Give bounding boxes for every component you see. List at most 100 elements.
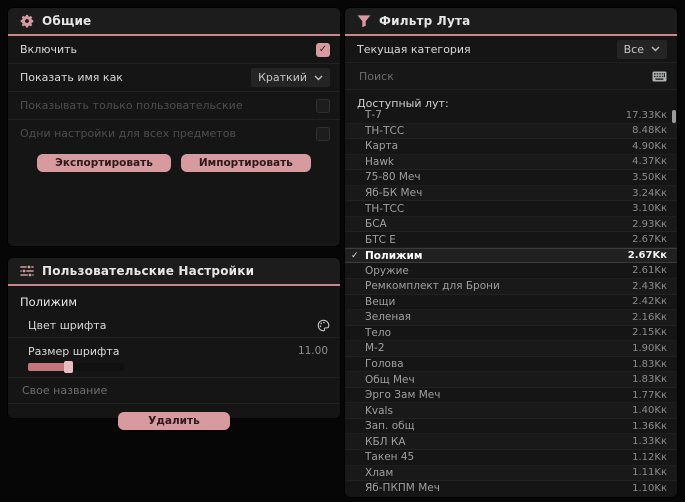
- loot-row[interactable]: Такен 45 1.12Kк: [345, 450, 677, 466]
- font-size-row: Размер шрифта 11.00: [8, 343, 340, 359]
- search-row: [345, 63, 677, 90]
- loot-row[interactable]: М-2 1.90Kк: [345, 341, 677, 357]
- loot-row[interactable]: Оружие 2.61Kк: [345, 263, 677, 280]
- loot-item-name: Оружие: [365, 264, 409, 277]
- chevron-down-icon: [651, 46, 660, 52]
- loot-item-name: ТН-ТСС: [365, 202, 405, 215]
- loot-item-value: 2.67Kк: [632, 234, 667, 246]
- loot-row[interactable]: Зеленая 2.16Kк: [345, 310, 677, 326]
- loot-item-value: 1.83Kк: [632, 358, 667, 370]
- delete-row: Удалить: [8, 412, 340, 430]
- loot-item-name: Вещи: [365, 295, 396, 308]
- loot-item-value: 3.10Kк: [632, 203, 667, 215]
- chevron-down-icon: [314, 75, 323, 81]
- palette-icon[interactable]: [317, 319, 330, 332]
- name-mode-dropdown[interactable]: Краткий: [251, 68, 330, 87]
- name-mode-label: Показать имя как: [20, 71, 123, 84]
- loot-item-name: Зеленая: [365, 311, 411, 324]
- font-size-block: Размер шрифта 11.00: [8, 338, 340, 378]
- scrollbar[interactable]: [672, 110, 676, 123]
- loot-item-name: Карта: [365, 140, 399, 153]
- loot-list: Т-7 17.33Kк ТН-ТСС 8.48Kк Карта 4.90Kк Hawk 4.3…: [345, 108, 677, 496]
- delete-button[interactable]: Удалить: [118, 412, 230, 430]
- loot-row[interactable]: Тело 2.15Kк: [345, 326, 677, 342]
- loot-row[interactable]: Ремкомплект для Брони 2.43Kк: [345, 279, 677, 295]
- general-panel-title: Общие: [42, 14, 92, 28]
- sliders-icon: [20, 264, 34, 278]
- loot-item-value: 2.15Kк: [632, 327, 667, 339]
- loot-panel-header: Фильтр Лута: [345, 8, 677, 36]
- custom-settings-panel: Пользовательские Настройки Полижим Цвет …: [8, 258, 340, 430]
- category-dropdown[interactable]: Все: [616, 39, 667, 59]
- loot-row[interactable]: Хлам 1.11Kк: [345, 466, 677, 482]
- loot-row[interactable]: Kvals 1.40Kк: [345, 403, 677, 419]
- custom-name-input[interactable]: [20, 383, 328, 398]
- font-size-label: Размер шрифта: [28, 344, 120, 358]
- loot-item-name: Общ Меч: [365, 373, 415, 386]
- loot-row[interactable]: Общ Меч 1.83Kк: [345, 372, 677, 388]
- loot-row[interactable]: ТН-ТСС 3.10Kк: [345, 201, 677, 217]
- loot-panel-title: Фильтр Лута: [379, 14, 471, 28]
- general-panel: Общие Включить ✓ Показать имя как Кратки…: [8, 8, 340, 246]
- custom-only-checkbox[interactable]: [316, 98, 330, 113]
- loot-row[interactable]: 75-80 Меч 3.50Kк: [345, 170, 677, 186]
- import-button[interactable]: Импортировать: [180, 154, 311, 172]
- loot-row[interactable]: ТН-ТСС 8.48Kк: [345, 124, 677, 140]
- setting-row-name-mode: Показать имя как Краткий: [8, 64, 340, 92]
- loot-item-value: 1.36Kк: [632, 420, 667, 432]
- search-input[interactable]: [357, 68, 646, 84]
- selected-item-name: Полижим: [20, 295, 78, 309]
- check-icon: ✓: [351, 250, 359, 261]
- font-color-label: Цвет шрифта: [28, 318, 107, 332]
- name-mode-value: Краткий: [258, 71, 307, 84]
- loot-row[interactable]: ✓ Полижим 2.67Kк: [345, 247, 677, 264]
- custom-panel-title: Пользовательские Настройки: [42, 264, 255, 278]
- custom-panel-header: Пользовательские Настройки: [8, 258, 340, 286]
- loot-item-name: Такен 45: [365, 451, 415, 464]
- loot-filter-panel: Фильтр Лута Текущая категория Все Поиск …: [345, 8, 677, 497]
- loot-row[interactable]: Эрго Зам Меч 1.77Kк: [345, 388, 677, 404]
- loot-row[interactable]: КБЛ КА 1.33Kк: [345, 434, 677, 451]
- loot-item-name: 75-80 Меч: [365, 171, 421, 184]
- loot-item-name: БТС Е: [365, 233, 396, 246]
- export-button[interactable]: Экспортировать: [37, 154, 171, 172]
- loot-row[interactable]: Вещи 2.42Kк: [345, 295, 677, 311]
- loot-row[interactable]: Голова 1.83Kк: [345, 357, 677, 373]
- loot-row[interactable]: БСА 2.93Kк: [345, 217, 677, 233]
- loot-row[interactable]: Т-7 17.33Kк: [345, 108, 677, 124]
- loot-row[interactable]: Hawk 4.37Kк: [345, 155, 677, 171]
- loot-row[interactable]: Карта 4.90Kк: [345, 139, 677, 155]
- loot-item-value: 1.83Kк: [632, 374, 667, 386]
- loot-item-value: 2.16Kк: [632, 311, 667, 323]
- enable-checkbox[interactable]: ✓: [316, 42, 330, 57]
- loot-item-value: 3.24Kк: [632, 187, 667, 199]
- loot-item-value: 1.33Kк: [632, 436, 667, 448]
- loot-item-name: БСА: [365, 218, 387, 231]
- font-color-row[interactable]: Цвет шрифта: [8, 313, 340, 338]
- loot-item-name: Эрго Зам Меч: [365, 389, 441, 402]
- loot-item-name: Т-7: [365, 109, 382, 122]
- loot-item-name: Ремкомплект для Брони: [365, 280, 500, 293]
- loot-item-value: 2.42Kк: [632, 296, 667, 308]
- loot-row[interactable]: Яб-БК Меч 3.24Kк: [345, 186, 677, 202]
- keyboard-icon[interactable]: [652, 71, 667, 82]
- export-import-row: Экспортировать Импортировать: [8, 154, 340, 172]
- same-settings-checkbox[interactable]: [316, 126, 330, 141]
- general-panel-header: Общие: [8, 8, 340, 36]
- loot-item-name: КБЛ КА: [365, 435, 406, 448]
- loot-item-value: 4.90Kк: [632, 140, 667, 152]
- slider-grabber[interactable]: [64, 361, 73, 373]
- loot-item-name: Голова: [365, 358, 404, 371]
- same-settings-label: Одни настройки для всех предметов: [20, 127, 236, 140]
- loot-item-value: 1.11Kк: [632, 467, 667, 479]
- font-size-slider[interactable]: [28, 361, 124, 373]
- loot-row[interactable]: Зап. общ 1.36Kк: [345, 419, 677, 435]
- loot-item-name: М-2: [365, 342, 385, 355]
- category-value: Все: [623, 42, 644, 56]
- custom-only-label: Показывать только пользовательские: [20, 99, 243, 112]
- loot-item-name: Яб-ПКПМ Меч: [365, 482, 440, 495]
- loot-item-value: 1.40Kк: [632, 405, 667, 417]
- loot-item-value: 4.37Kк: [632, 156, 667, 168]
- loot-row[interactable]: БТС Е 2.67Kк: [345, 232, 677, 248]
- loot-row[interactable]: Яб-ПКПМ Меч 1.10Kк: [345, 481, 677, 496]
